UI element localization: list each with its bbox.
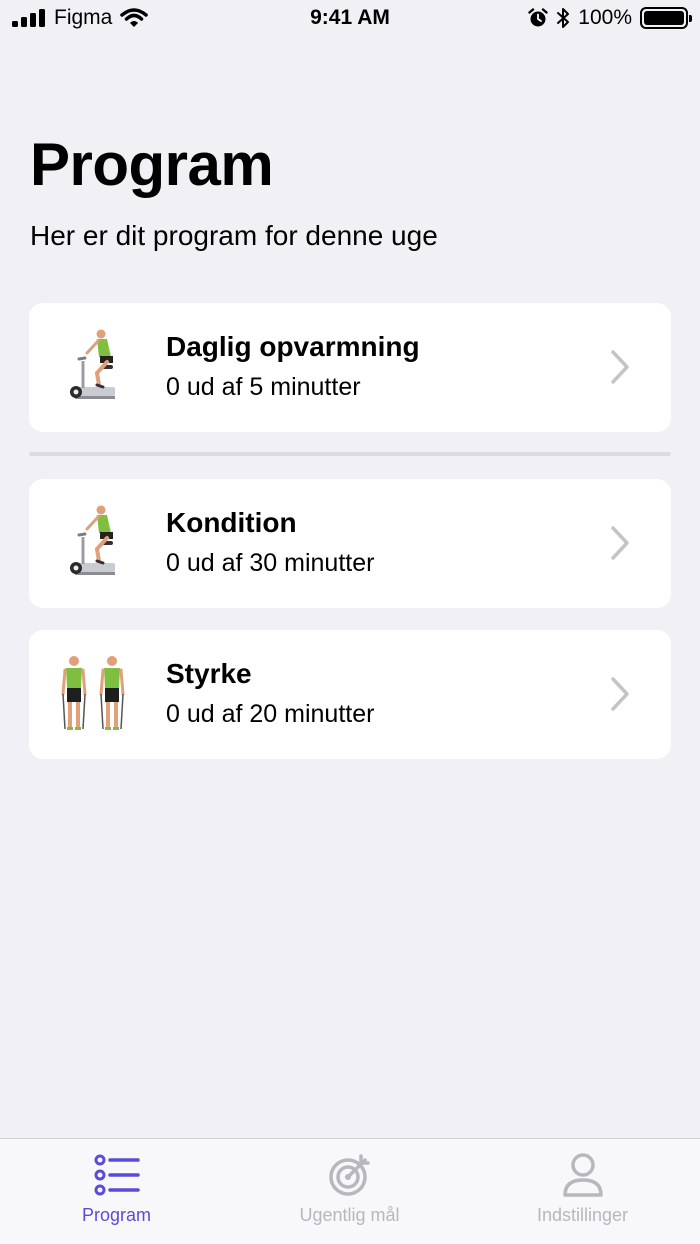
tab-label: Ugentlig mål	[299, 1205, 400, 1225]
card-title: Daglig opvarmning	[166, 331, 420, 362]
program-card-kondition[interactable]: Kondition 0 ud af 30 minutter	[29, 479, 671, 608]
exercise-bike-icon	[70, 329, 115, 399]
card-progress: 0 ud af 30 minutter	[166, 549, 375, 577]
exercise-bike-icon	[70, 505, 115, 575]
chevron-right-icon	[611, 526, 629, 560]
tab-bar: Program Ugentlig mål Indstillinger	[0, 1138, 700, 1244]
list-icon	[94, 1154, 140, 1196]
status-bar-right: 100%	[528, 6, 692, 30]
card-title: Kondition	[166, 507, 297, 538]
section-divider	[29, 452, 671, 456]
battery-percentage: 100%	[578, 6, 632, 29]
program-card-styrke[interactable]: Styrke 0 ud af 20 minutter	[29, 630, 671, 759]
chevron-right-icon	[611, 350, 629, 384]
program-card-daglig-opvarmning[interactable]: Daglig opvarmning 0 ud af 5 minutter	[29, 303, 671, 432]
page-title: Program	[30, 131, 274, 198]
bluetooth-icon	[557, 8, 570, 28]
program-screen: Figma 9:41 AM 100% Program Her er dit pr…	[0, 0, 700, 1244]
target-icon	[328, 1154, 370, 1196]
tab-ugentlig-maal[interactable]: Ugentlig mål	[233, 1139, 466, 1244]
tab-indstillinger[interactable]: Indstillinger	[466, 1139, 699, 1244]
resistance-band-icon	[61, 656, 125, 730]
alarm-icon	[528, 8, 548, 27]
battery-icon	[640, 7, 692, 29]
chevron-right-icon	[611, 677, 629, 711]
page-subtitle: Her er dit program for denne uge	[30, 220, 438, 251]
card-title: Styrke	[166, 658, 252, 689]
card-progress: 0 ud af 5 minutter	[166, 373, 361, 401]
tab-label: Indstillinger	[536, 1205, 629, 1225]
battery-level	[644, 11, 684, 25]
status-bar: Figma 9:41 AM 100%	[0, 0, 700, 38]
card-progress: 0 ud af 20 minutter	[166, 700, 375, 728]
tab-program[interactable]: Program	[0, 1139, 233, 1244]
tab-label: Program	[81, 1205, 152, 1225]
person-icon	[562, 1153, 603, 1197]
